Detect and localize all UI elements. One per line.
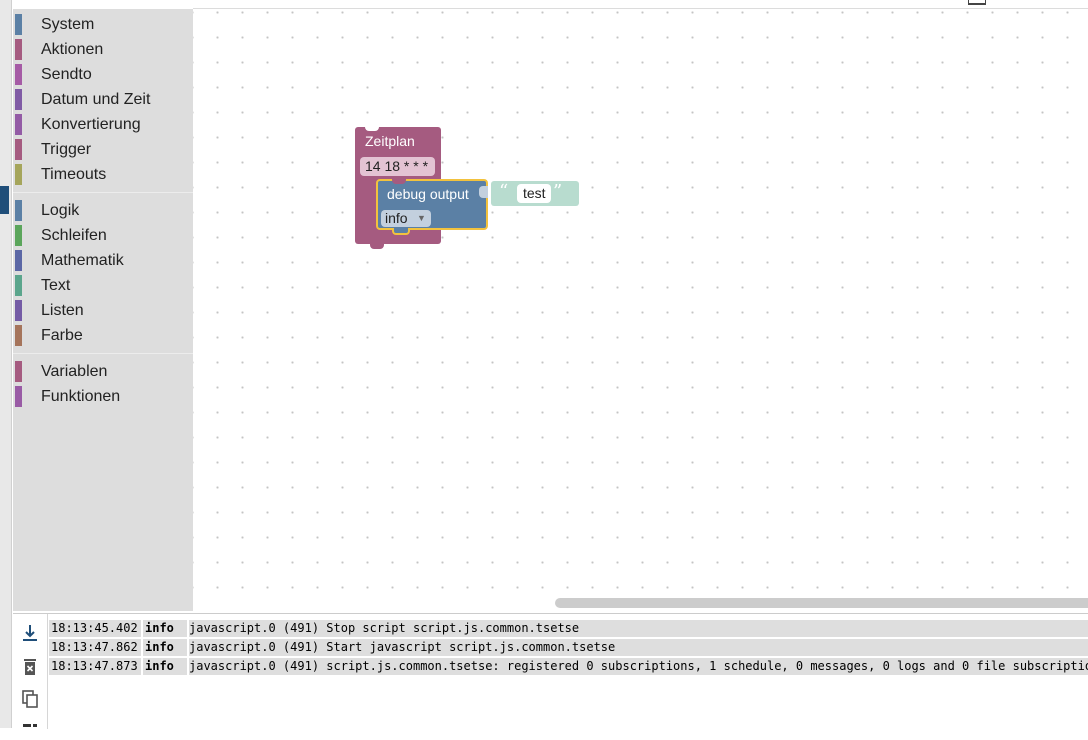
category-farbe[interactable]: Farbe	[13, 323, 193, 348]
category-konvertierung[interactable]: Konvertierung	[13, 112, 193, 137]
category-label: Schleifen	[41, 227, 107, 244]
category-color-swatch	[15, 39, 22, 60]
dropdown-arrow-icon: ▼	[417, 213, 426, 223]
workspace-horizontal-scrollbar[interactable]	[555, 598, 1088, 608]
log-message: javascript.0 (491) script.js.common.tset…	[189, 658, 1088, 675]
toolbox-separator	[13, 353, 193, 354]
category-text[interactable]: Text	[13, 273, 193, 298]
block-notch	[365, 126, 379, 131]
block-tab	[370, 244, 384, 249]
toolbar-icon[interactable]	[968, 0, 986, 5]
log-level: info	[143, 639, 187, 656]
log-row: 18:13:45.402 info javascript.0 (491) Sto…	[49, 620, 1088, 639]
log-level: info	[143, 658, 187, 675]
category-timeouts[interactable]: Timeouts	[13, 162, 193, 187]
category-label: Funktionen	[41, 388, 121, 405]
log-message: javascript.0 (491) Start javascript scri…	[189, 639, 1088, 656]
left-edge-strip	[0, 0, 12, 728]
view-toggle-icon[interactable]	[19, 718, 41, 740]
category-color-swatch	[15, 200, 22, 221]
category-aktionen[interactable]: Aktionen	[13, 37, 193, 62]
category-label: Aktionen	[41, 41, 104, 58]
log-level-dropdown[interactable]: info ▼	[381, 210, 431, 227]
cron-value: 14 18 * * *	[365, 158, 429, 174]
category-color-swatch	[15, 386, 22, 407]
scroll-down-icon[interactable]	[19, 622, 41, 644]
copy-icon[interactable]	[19, 688, 41, 710]
log-rows: 18:13:45.402 info javascript.0 (491) Sto…	[49, 620, 1088, 677]
schedule-block-title: Zeitplan	[365, 133, 415, 149]
log-time: 18:13:45.402	[49, 620, 141, 637]
category-label: Konvertierung	[41, 116, 141, 133]
category-label: System	[41, 16, 95, 33]
category-funktionen[interactable]: Funktionen	[13, 384, 193, 409]
category-schleifen[interactable]: Schleifen	[13, 223, 193, 248]
category-color-swatch	[15, 64, 22, 85]
category-color-swatch	[15, 225, 22, 246]
input-socket	[479, 186, 488, 198]
open-quote-icon: “	[499, 181, 509, 202]
category-label: Farbe	[41, 327, 83, 344]
category-color-swatch	[15, 361, 22, 382]
blockly-workspace[interactable]	[193, 9, 1088, 611]
category-color-swatch	[15, 14, 22, 35]
log-level-value: info	[385, 210, 408, 226]
active-script-marker	[0, 186, 9, 214]
schedule-cron-field[interactable]: 14 18 * * *	[360, 157, 435, 176]
category-label: Mathematik	[41, 252, 124, 269]
log-row: 18:13:47.862 info javascript.0 (491) Sta…	[49, 639, 1088, 658]
debug-block-title: debug output	[387, 186, 469, 202]
close-quote-icon: ”	[553, 181, 563, 202]
category-color-swatch	[15, 164, 22, 185]
category-color-swatch	[15, 250, 22, 271]
log-time: 18:13:47.873	[49, 658, 141, 675]
log-time: 18:13:47.862	[49, 639, 141, 656]
log-message: javascript.0 (491) Stop script script.js…	[189, 620, 1088, 637]
block-notch	[392, 179, 406, 184]
text-value: test	[523, 185, 546, 201]
category-trigger[interactable]: Trigger	[13, 137, 193, 162]
log-toolbar	[13, 614, 48, 729]
category-label: Logik	[41, 202, 80, 219]
blockly-toolbox: System Aktionen Sendto Datum und Zeit Ko…	[13, 9, 193, 611]
debug-output-block[interactable]: debug output info ▼	[376, 179, 488, 235]
category-mathematik[interactable]: Mathematik	[13, 248, 193, 273]
block-tab	[392, 228, 410, 235]
clear-log-icon[interactable]	[19, 656, 41, 678]
log-level: info	[143, 620, 187, 637]
category-label: Sendto	[41, 66, 92, 83]
category-logik[interactable]: Logik	[13, 198, 193, 223]
category-color-swatch	[15, 275, 22, 296]
category-color-swatch	[15, 325, 22, 346]
toolbox-separator	[13, 192, 193, 193]
text-value-field[interactable]: test	[517, 184, 551, 203]
category-sendto[interactable]: Sendto	[13, 62, 193, 87]
category-label: Text	[41, 277, 71, 294]
text-block[interactable]: “ test ”	[491, 181, 579, 206]
category-variablen[interactable]: Variablen	[13, 359, 193, 384]
category-label: Variablen	[41, 363, 108, 380]
category-label: Trigger	[41, 141, 92, 158]
log-row: 18:13:47.873 info javascript.0 (491) scr…	[49, 658, 1088, 677]
category-datum-und-zeit[interactable]: Datum und Zeit	[13, 87, 193, 112]
category-color-swatch	[15, 139, 22, 160]
category-color-swatch	[15, 114, 22, 135]
category-color-swatch	[15, 300, 22, 321]
category-listen[interactable]: Listen	[13, 298, 193, 323]
log-panel: 18:13:45.402 info javascript.0 (491) Sto…	[13, 613, 1088, 729]
category-label: Datum und Zeit	[41, 91, 151, 108]
category-color-swatch	[15, 89, 22, 110]
category-label: Listen	[41, 302, 84, 319]
category-system[interactable]: System	[13, 12, 193, 37]
category-label: Timeouts	[41, 166, 107, 183]
